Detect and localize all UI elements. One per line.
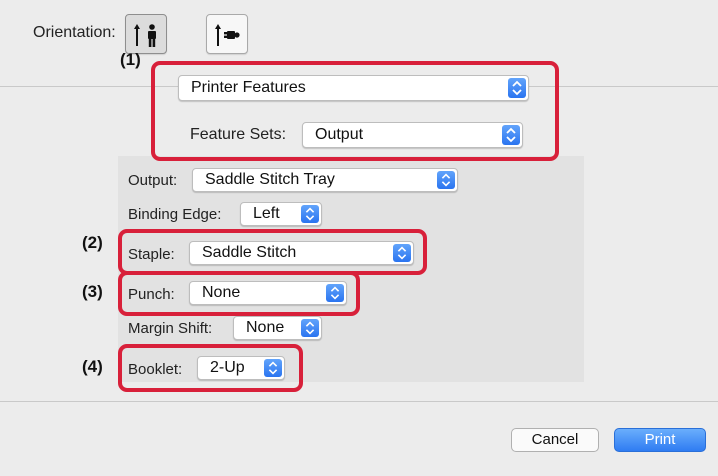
callout-number-4: (4) (82, 357, 103, 376)
callout-box-3 (118, 271, 360, 316)
orientation-portrait-button[interactable] (125, 14, 167, 54)
landscape-icon (215, 24, 240, 46)
output-value: Saddle Stitch Tray (205, 171, 335, 188)
print-button[interactable]: Print (614, 428, 706, 452)
chevron-updown-icon (301, 205, 319, 223)
margin-shift-label: Margin Shift: (128, 320, 213, 337)
binding-edge-select[interactable]: Left (240, 202, 322, 226)
output-label: Output: (128, 172, 178, 189)
orientation-landscape-button[interactable] (206, 14, 248, 54)
binding-edge-label: Binding Edge: (128, 206, 222, 223)
chevron-updown-icon (437, 171, 455, 189)
orientation-label: Orientation: (33, 24, 116, 41)
margin-shift-select[interactable]: None (233, 316, 322, 340)
binding-edge-value: Left (253, 205, 280, 222)
callout-box-2 (118, 229, 427, 275)
callout-box-4 (118, 344, 303, 392)
bottom-divider (0, 401, 718, 402)
output-select[interactable]: Saddle Stitch Tray (192, 168, 458, 192)
callout-number-3: (3) (82, 282, 103, 301)
callout-box-1 (151, 61, 559, 161)
portrait-icon (134, 24, 156, 47)
margin-shift-value: None (246, 319, 285, 336)
cancel-button[interactable]: Cancel (511, 428, 599, 452)
callout-number-2: (2) (82, 233, 103, 252)
callout-number-1: (1) (120, 50, 141, 69)
chevron-updown-icon (301, 319, 319, 337)
